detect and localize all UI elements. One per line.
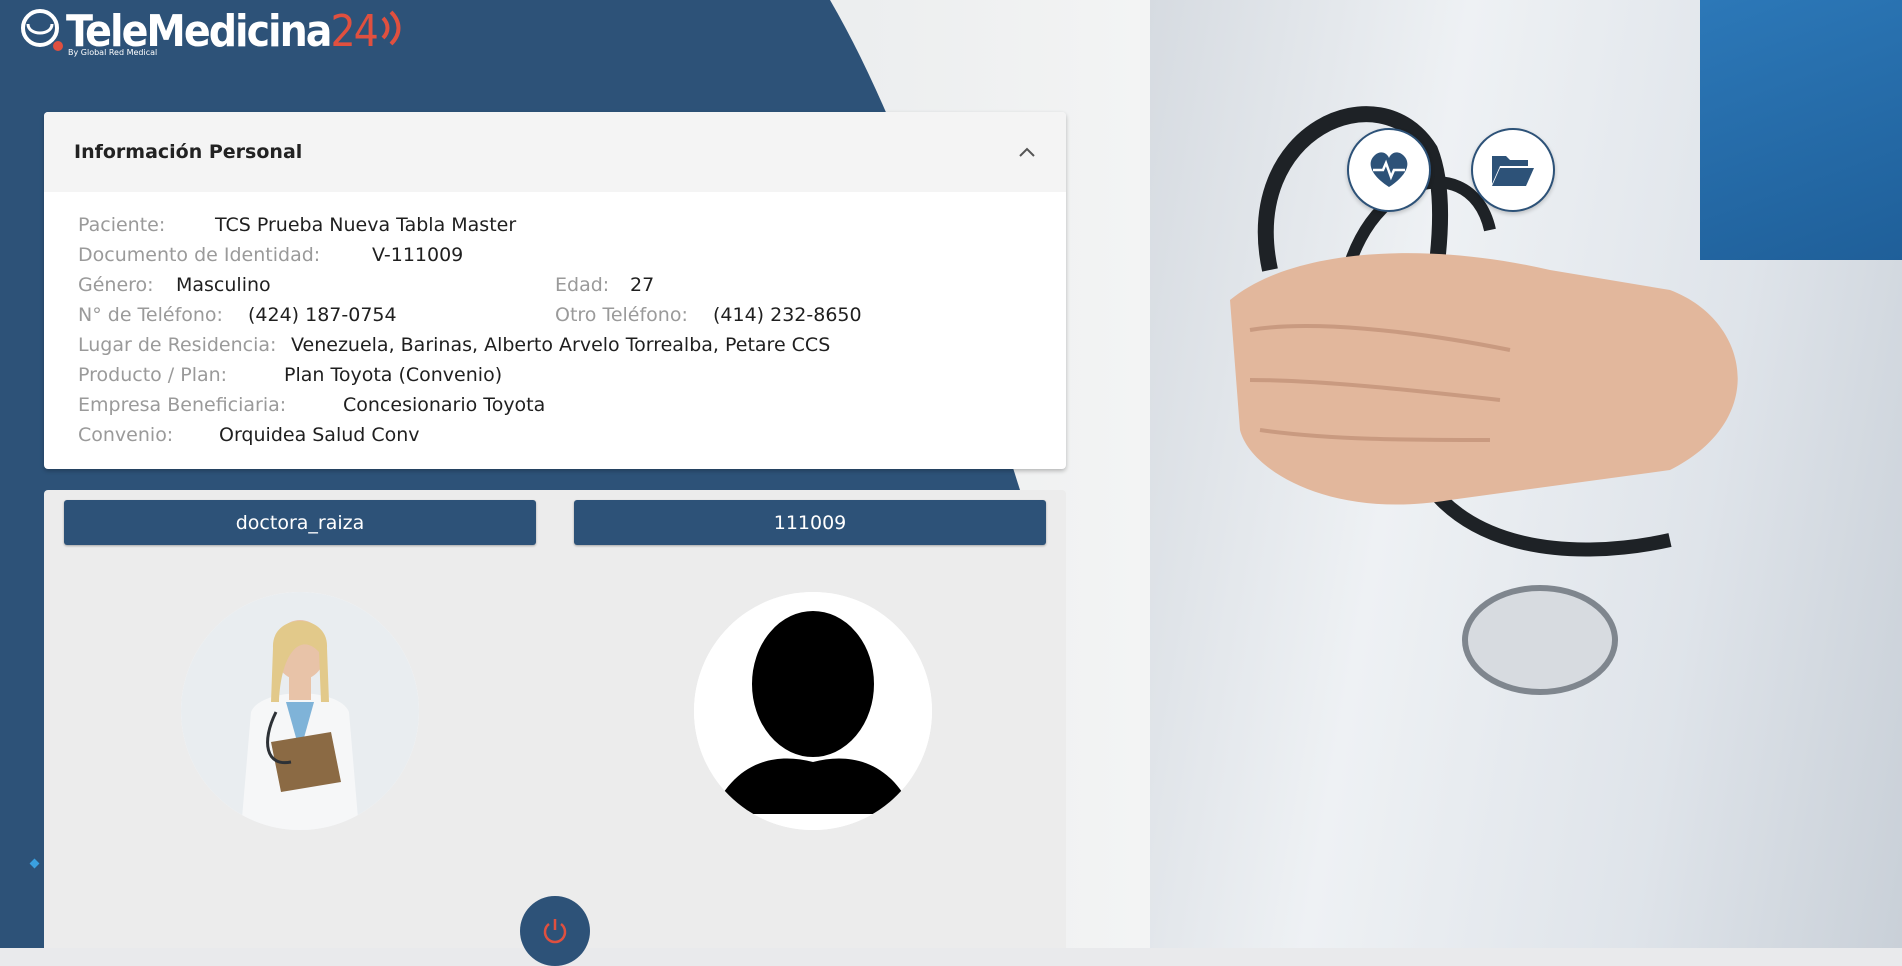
- field-telefonos: N° de Teléfono: (424) 187-0754 Otro Telé…: [78, 300, 1032, 330]
- field-paciente: Paciente: TCS Prueba Nueva Tabla Master: [78, 210, 1032, 240]
- vitals-button[interactable]: [1347, 128, 1431, 212]
- field-value: Venezuela, Barinas, Alberto Arvelo Torre…: [291, 334, 831, 356]
- field-genero-edad: Género: Masculino Edad: 27: [78, 270, 1032, 300]
- personal-info-card: Información Personal Paciente: TCS Prueb…: [44, 112, 1066, 469]
- signal-waves-icon: [381, 10, 401, 46]
- field-label: N° de Teléfono:: [78, 304, 223, 326]
- field-label: Otro Teléfono:: [555, 304, 688, 326]
- stethoscope-icon: [21, 9, 63, 51]
- power-icon: [543, 919, 567, 944]
- records-button[interactable]: [1471, 128, 1555, 212]
- field-value: V-111009: [372, 244, 464, 266]
- field-label: Lugar de Residencia:: [78, 334, 277, 356]
- field-label: Género:: [78, 274, 154, 296]
- field-residencia: Lugar de Residencia: Venezuela, Barinas,…: [78, 330, 1032, 360]
- personal-info-header[interactable]: Información Personal: [44, 112, 1066, 192]
- brand-tagline: By Global Red Medical: [68, 48, 158, 57]
- field-value: Orquidea Salud Conv: [219, 424, 420, 446]
- field-value: Masculino: [176, 274, 271, 296]
- brand-logo[interactable]: TeleMedicina24 By Global Red Medical: [18, 6, 411, 61]
- chevron-up-icon[interactable]: [1018, 142, 1036, 163]
- field-producto: Producto / Plan: Plan Toyota (Convenio): [78, 360, 1032, 390]
- end-call-button[interactable]: [520, 896, 590, 966]
- patient-avatar: [694, 592, 932, 830]
- field-value: TCS Prueba Nueva Tabla Master: [215, 214, 517, 236]
- field-label: Convenio:: [78, 424, 174, 446]
- heart-pulse-icon: [1370, 152, 1408, 187]
- personal-info-title: Información Personal: [74, 141, 303, 163]
- field-value: (414) 232-8650: [713, 304, 862, 326]
- field-empresa: Empresa Beneficiaria: Concesionario Toyo…: [78, 390, 1032, 420]
- doctor-avatar: [181, 592, 419, 830]
- folder-open-icon: [1492, 156, 1534, 186]
- brand-number: 24: [330, 6, 379, 57]
- call-panel: doctora_raiza 111009: [44, 490, 1066, 966]
- field-value: Concesionario Toyota: [343, 394, 546, 416]
- field-value: (424) 187-0754: [248, 304, 397, 326]
- field-label: Edad:: [555, 274, 610, 296]
- field-label: Documento de Identidad:: [78, 244, 321, 266]
- field-documento: Documento de Identidad: V-111009: [78, 240, 1032, 270]
- patient-id-badge: 111009: [574, 500, 1046, 545]
- doctor-username-badge: doctora_raiza: [64, 500, 536, 545]
- field-label: Producto / Plan:: [78, 364, 228, 386]
- field-label: Paciente:: [78, 214, 166, 236]
- field-convenio: Convenio: Orquidea Salud Conv: [78, 420, 1032, 450]
- field-value: 27: [630, 274, 655, 296]
- user-silhouette-icon: [694, 592, 932, 830]
- field-value: Plan Toyota (Convenio): [284, 364, 503, 386]
- field-label: Empresa Beneficiaria:: [78, 394, 287, 416]
